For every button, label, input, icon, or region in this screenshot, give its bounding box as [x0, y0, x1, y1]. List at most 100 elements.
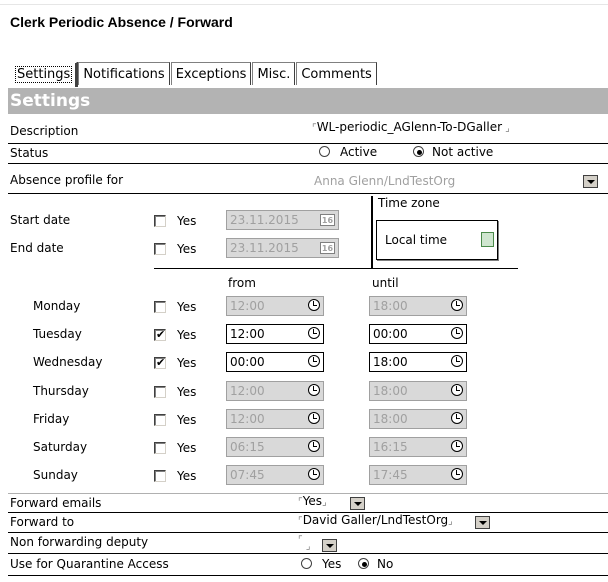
time-zone-divider: [371, 196, 373, 268]
end-date-checkbox[interactable]: [154, 243, 166, 255]
forward-emails-value: Yes: [302, 494, 323, 508]
field-end-marker-icon: ⌟: [448, 516, 453, 527]
quarantine-no-radio[interactable]: [358, 558, 369, 569]
non-forwarding-deputy-label: Non forwarding deputy: [10, 535, 149, 549]
from-time-input[interactable]: 12:00: [226, 381, 324, 401]
from-time-input[interactable]: 12:00: [226, 409, 324, 429]
clock-icon[interactable]: [308, 384, 320, 396]
day-checkbox[interactable]: [154, 329, 166, 341]
clock-icon[interactable]: [308, 468, 320, 480]
day-yes-label: Yes: [177, 328, 197, 342]
from-time-value: 12:00: [230, 412, 265, 426]
field-end-marker-icon: ⌟: [322, 497, 327, 508]
tab-bar: Settings Notifications Exceptions Misc. …: [10, 62, 378, 87]
clock-icon[interactable]: [308, 440, 320, 452]
start-date-input[interactable]: 23.11.2015 16: [226, 210, 339, 230]
quarantine-no-label: No: [377, 557, 394, 571]
time-zone-select[interactable]: Local time: [376, 220, 498, 260]
date-section-divider: [154, 268, 518, 269]
non-forwarding-deputy-dropdown-button[interactable]: [322, 539, 337, 552]
forward-to-field[interactable]: ⌜David Galler/LndTestOrg⌟: [298, 513, 453, 527]
page-title: Clerk Periodic Absence / Forward: [10, 14, 233, 30]
tab-label: Notifications: [83, 67, 165, 82]
from-time-input[interactable]: 00:00: [226, 352, 324, 372]
clock-icon[interactable]: [308, 412, 320, 424]
quarantine-yes-radio[interactable]: [301, 558, 312, 569]
calendar-icon[interactable]: 16: [320, 242, 335, 254]
tab-exceptions[interactable]: Exceptions: [170, 62, 252, 85]
until-time-input[interactable]: 18:00: [369, 409, 467, 429]
day-yes-label: Yes: [177, 413, 197, 427]
until-time-input[interactable]: 18:00: [369, 296, 467, 316]
forward-emails-field[interactable]: ⌜Yes⌟: [298, 494, 327, 508]
day-checkbox[interactable]: [154, 442, 166, 454]
clock-icon[interactable]: [451, 384, 463, 396]
absence-profile-value: Anna Glenn/LndTestOrg: [314, 174, 456, 188]
absence-profile-label: Absence profile for: [10, 173, 124, 187]
until-time-input[interactable]: 16:15: [369, 437, 467, 457]
from-time-value: 07:45: [230, 468, 265, 482]
clock-icon[interactable]: [451, 412, 463, 424]
status-active-label: Active: [340, 145, 378, 159]
day-label: Thursday: [33, 384, 89, 398]
section-header: Settings: [8, 88, 608, 114]
clock-icon[interactable]: [451, 468, 463, 480]
clock-icon[interactable]: [451, 299, 463, 311]
description-value: WL-periodic_AGlenn-To-DGaller: [316, 120, 503, 134]
tab-misc[interactable]: Misc.: [252, 62, 296, 85]
from-time-value: 12:00: [230, 384, 265, 398]
day-yes-label: Yes: [177, 356, 197, 370]
day-checkbox[interactable]: [154, 357, 166, 369]
start-date-checkbox[interactable]: [154, 215, 166, 227]
status-active-radio[interactable]: [319, 146, 330, 157]
end-date-input[interactable]: 23.11.2015 16: [226, 238, 339, 258]
field-end-marker-icon: ⌟: [502, 123, 510, 134]
tab-comments[interactable]: Comments: [296, 62, 377, 85]
day-checkbox[interactable]: [154, 414, 166, 426]
day-checkbox[interactable]: [154, 301, 166, 313]
until-time-input[interactable]: 17:45: [369, 465, 467, 485]
status-not-active-radio[interactable]: [413, 146, 424, 157]
day-checkbox[interactable]: [154, 470, 166, 482]
clock-icon[interactable]: [308, 299, 320, 311]
from-header: from: [228, 276, 256, 290]
top-divider: [0, 4, 608, 5]
tab-notifications[interactable]: Notifications: [78, 62, 170, 85]
row-divider: [8, 575, 608, 576]
tab-settings[interactable]: Settings: [10, 62, 78, 87]
until-time-input[interactable]: 18:00: [369, 381, 467, 401]
time-zone-picker-icon[interactable]: [481, 232, 494, 247]
from-time-input[interactable]: 12:00: [226, 296, 324, 316]
status-not-active-label: Not active: [432, 145, 494, 159]
forward-to-dropdown-button[interactable]: [475, 516, 490, 529]
status-label: Status: [10, 146, 49, 160]
from-time-value: 12:00: [230, 299, 265, 313]
day-label: Wednesday: [33, 355, 103, 369]
row-divider: [8, 553, 608, 554]
clock-icon[interactable]: [451, 327, 463, 339]
time-zone-label: Time zone: [378, 196, 440, 210]
description-field[interactable]: ⌜WL-periodic_AGlenn-To-DGaller ⌟: [312, 120, 510, 134]
day-checkbox[interactable]: [154, 386, 166, 398]
absence-profile-dropdown-button[interactable]: [583, 175, 598, 188]
until-time-input[interactable]: 18:00: [369, 352, 467, 372]
clock-icon[interactable]: [451, 355, 463, 367]
from-time-value: 00:00: [230, 355, 265, 369]
until-time-input[interactable]: 00:00: [369, 324, 467, 344]
day-label: Friday: [33, 412, 70, 426]
from-time-input[interactable]: 12:00: [226, 324, 324, 344]
end-date-yes-label: Yes: [177, 242, 197, 256]
clock-icon[interactable]: [451, 440, 463, 452]
start-date-value: 23.11.2015: [230, 213, 299, 227]
clock-icon[interactable]: [308, 327, 320, 339]
day-label: Monday: [33, 299, 81, 313]
tab-label: Exceptions: [175, 67, 247, 82]
non-forwarding-deputy-field[interactable]: ⌜ ⌟: [298, 532, 311, 552]
day-yes-label: Yes: [177, 385, 197, 399]
clock-icon[interactable]: [308, 355, 320, 367]
forward-emails-dropdown-button[interactable]: [350, 497, 365, 510]
from-time-input[interactable]: 07:45: [226, 465, 324, 485]
tab-label: Comments: [301, 67, 372, 82]
from-time-input[interactable]: 06:15: [226, 437, 324, 457]
calendar-icon[interactable]: 16: [320, 214, 335, 226]
